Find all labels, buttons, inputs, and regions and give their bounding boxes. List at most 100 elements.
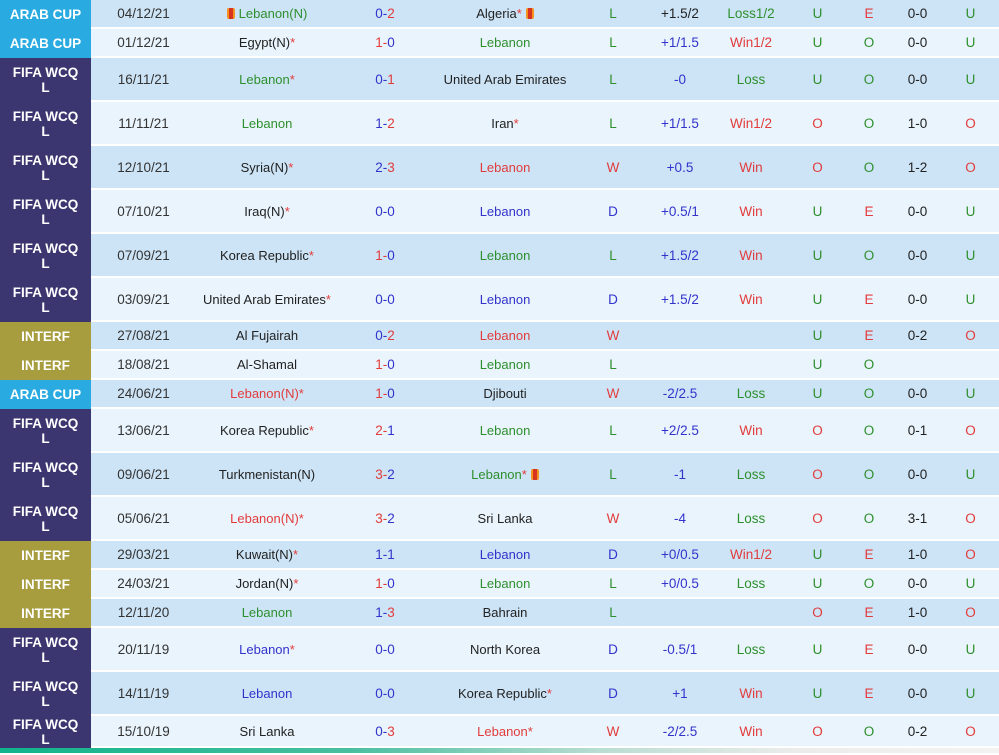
- match-row: FIFA WCQ L 07/09/21 Korea Republic* 1-0 Leban…: [0, 234, 999, 278]
- over-under-2: O: [965, 422, 976, 438]
- team-name[interactable]: Lebanon: [480, 328, 531, 343]
- team-name[interactable]: Lebanon: [480, 35, 531, 50]
- even-odd: O: [863, 159, 875, 175]
- match-score: 1-0: [375, 35, 395, 50]
- away-team: Lebanon: [432, 328, 578, 343]
- team-name[interactable]: Al-Shamal: [237, 357, 297, 372]
- team-name[interactable]: Lebanon: [480, 248, 531, 263]
- competition-badge: FIFA WCQ L: [0, 453, 91, 497]
- handicap-result: Loss: [736, 510, 766, 526]
- over-under-2: U: [965, 386, 976, 401]
- over-under: U: [812, 386, 823, 401]
- match-score: 0-2: [375, 6, 395, 21]
- result-letter: D: [608, 203, 618, 219]
- team-name[interactable]: Lebanon: [480, 423, 531, 438]
- team-name[interactable]: Jordan(N): [236, 576, 294, 591]
- match-score: 1-0: [375, 247, 395, 263]
- handicap-result: Win1/2: [729, 35, 773, 50]
- match-date: 12/10/21: [117, 159, 170, 175]
- match-date: 05/06/21: [117, 510, 170, 526]
- match-date: 13/06/21: [117, 422, 170, 438]
- team-name[interactable]: Korea Republic: [458, 686, 547, 701]
- team-name[interactable]: Lebanon(N): [239, 6, 308, 21]
- team-name[interactable]: Lebanon: [239, 642, 290, 657]
- team-name[interactable]: Lebanon: [480, 547, 531, 562]
- home-team: United Arab Emirates*: [196, 292, 338, 307]
- team-name[interactable]: Lebanon: [480, 160, 531, 175]
- team-name[interactable]: Turkmenistan(N): [219, 467, 315, 482]
- team-name[interactable]: Lebanon(N): [230, 386, 299, 401]
- team-name[interactable]: Lebanon(N): [230, 511, 299, 526]
- team-name[interactable]: Lebanon: [471, 467, 522, 482]
- team-name[interactable]: Lebanon: [242, 116, 293, 131]
- even-odd: E: [864, 641, 874, 657]
- team-name[interactable]: Sri Lanka: [240, 724, 295, 739]
- star-marker: *: [513, 115, 519, 131]
- team-name[interactable]: Algeria: [476, 6, 516, 21]
- team-name[interactable]: Sri Lanka: [478, 511, 533, 526]
- competition-badge: FIFA WCQ L: [0, 628, 91, 672]
- team-name[interactable]: Kuwait(N): [236, 547, 293, 562]
- away-team: Lebanon: [432, 576, 578, 591]
- team-name[interactable]: United Arab Emirates: [444, 72, 567, 87]
- competition-badge: FIFA WCQ L: [0, 409, 91, 453]
- team-name[interactable]: Lebanon: [480, 204, 531, 219]
- competition-label: INTERF: [21, 577, 70, 592]
- home-team: Korea Republic*: [196, 248, 338, 263]
- team-name[interactable]: Iraq(N): [244, 204, 284, 219]
- team-name[interactable]: Iran: [491, 116, 513, 131]
- even-odd: E: [864, 605, 874, 620]
- secondary-score: 0-0: [907, 6, 928, 21]
- team-name[interactable]: Korea Republic: [220, 423, 309, 438]
- away-team: Lebanon: [432, 35, 578, 50]
- team-name[interactable]: Bahrain: [483, 605, 528, 620]
- match-score: 1-2: [375, 115, 395, 131]
- away-team: Sri Lanka: [432, 511, 578, 526]
- home-team: Kuwait(N)*: [196, 547, 338, 562]
- team-name[interactable]: Lebanon: [242, 605, 293, 620]
- team-name[interactable]: Syria(N): [241, 160, 289, 175]
- over-under: U: [812, 247, 823, 263]
- over-under: O: [812, 422, 823, 438]
- over-under-2: U: [965, 6, 976, 21]
- match-date: 01/12/21: [117, 35, 170, 50]
- over-under-2: O: [965, 605, 976, 620]
- team-name[interactable]: Lebanon: [242, 686, 293, 701]
- star-marker: *: [289, 641, 295, 657]
- competition-label: FIFA WCQ: [12, 460, 79, 475]
- team-name[interactable]: Lebanon: [477, 724, 528, 739]
- team-name[interactable]: Djibouti: [483, 386, 526, 401]
- competition-label: FIFA WCQ: [12, 717, 79, 732]
- over-under: O: [812, 605, 823, 620]
- team-name[interactable]: Lebanon: [480, 292, 531, 307]
- handicap-result: Loss: [736, 386, 766, 401]
- team-name[interactable]: Lebanon: [480, 576, 531, 591]
- team-name[interactable]: North Korea: [470, 642, 540, 657]
- home-team: Iraq(N)*: [196, 204, 338, 219]
- team-name[interactable]: Lebanon: [239, 72, 290, 87]
- handicap-value: -0: [673, 71, 686, 87]
- team-name[interactable]: Lebanon: [480, 357, 531, 372]
- even-odd: E: [864, 685, 874, 701]
- match-date: 24/06/21: [117, 386, 170, 401]
- secondary-score: 1-0: [907, 115, 928, 131]
- match-row: ARAB CUP 24/06/21 Lebanon(N)* 1-0 Djibouti W -…: [0, 380, 999, 409]
- handicap-result: Win: [739, 159, 763, 175]
- competition-label: FIFA WCQ: [12, 153, 79, 168]
- secondary-score: 0-0: [907, 203, 928, 219]
- red-card-icon: [525, 8, 534, 19]
- over-under-2: U: [965, 641, 976, 657]
- team-name[interactable]: Korea Republic: [220, 248, 309, 263]
- home-team: Lebanon: [196, 605, 338, 620]
- match-score: 0-0: [375, 641, 395, 657]
- team-name[interactable]: United Arab Emirates: [203, 292, 326, 307]
- match-row: INTERF 24/03/21 Jordan(N)* 1-0 Lebanon L +0/0.…: [0, 570, 999, 599]
- result-letter: L: [609, 576, 617, 591]
- team-name[interactable]: Al Fujairah: [236, 328, 298, 343]
- team-name[interactable]: Egypt(N): [239, 35, 290, 50]
- even-odd: E: [864, 6, 874, 21]
- match-score: 0-0: [375, 203, 395, 219]
- away-team: North Korea: [432, 642, 578, 657]
- handicap-result: Loss: [736, 576, 766, 591]
- over-under-2: U: [965, 71, 976, 87]
